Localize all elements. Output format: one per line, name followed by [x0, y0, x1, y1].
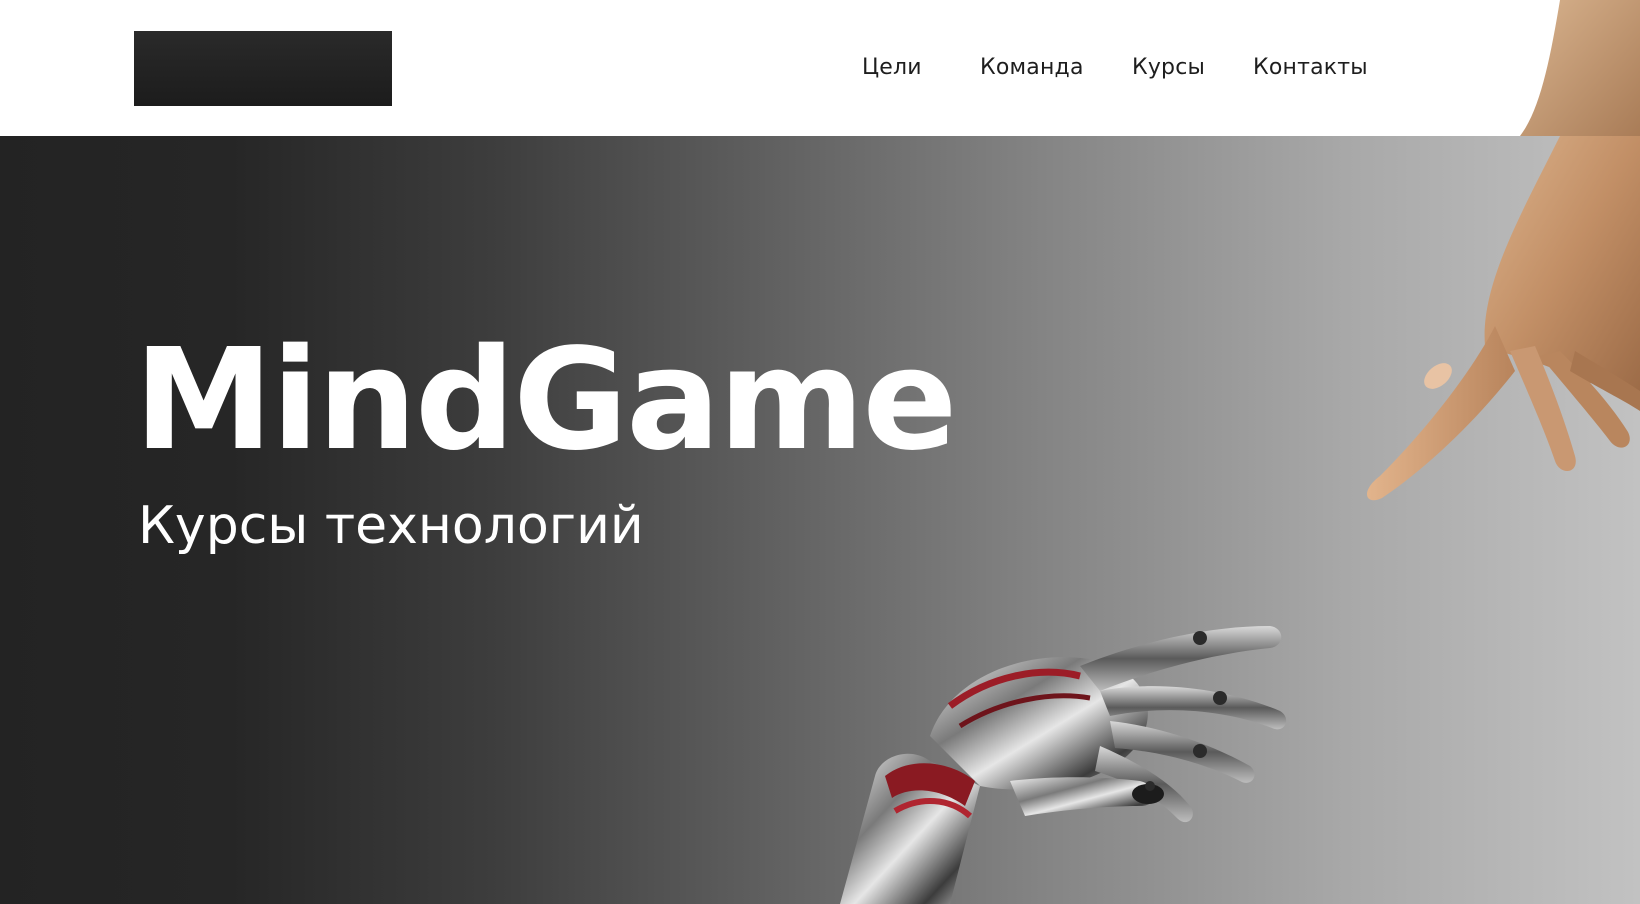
- hero-title: MindGame: [134, 319, 957, 482]
- main-nav: Цели Команда Курсы Контакты: [0, 52, 1640, 84]
- hero-section: MindGame Курсы технологий: [0, 136, 1640, 904]
- nav-link-contacts[interactable]: Контакты: [1253, 52, 1368, 84]
- human-hand-image-top: [1520, 0, 1640, 136]
- nav-link-team[interactable]: Команда: [980, 52, 1084, 84]
- hero-subtitle: Курсы технологий: [138, 496, 644, 556]
- nav-link-goals[interactable]: Цели: [862, 52, 922, 84]
- nav-link-courses[interactable]: Курсы: [1132, 52, 1205, 84]
- site-header: Цели Команда Курсы Контакты: [0, 0, 1640, 136]
- robot-hand-image: [840, 626, 1287, 904]
